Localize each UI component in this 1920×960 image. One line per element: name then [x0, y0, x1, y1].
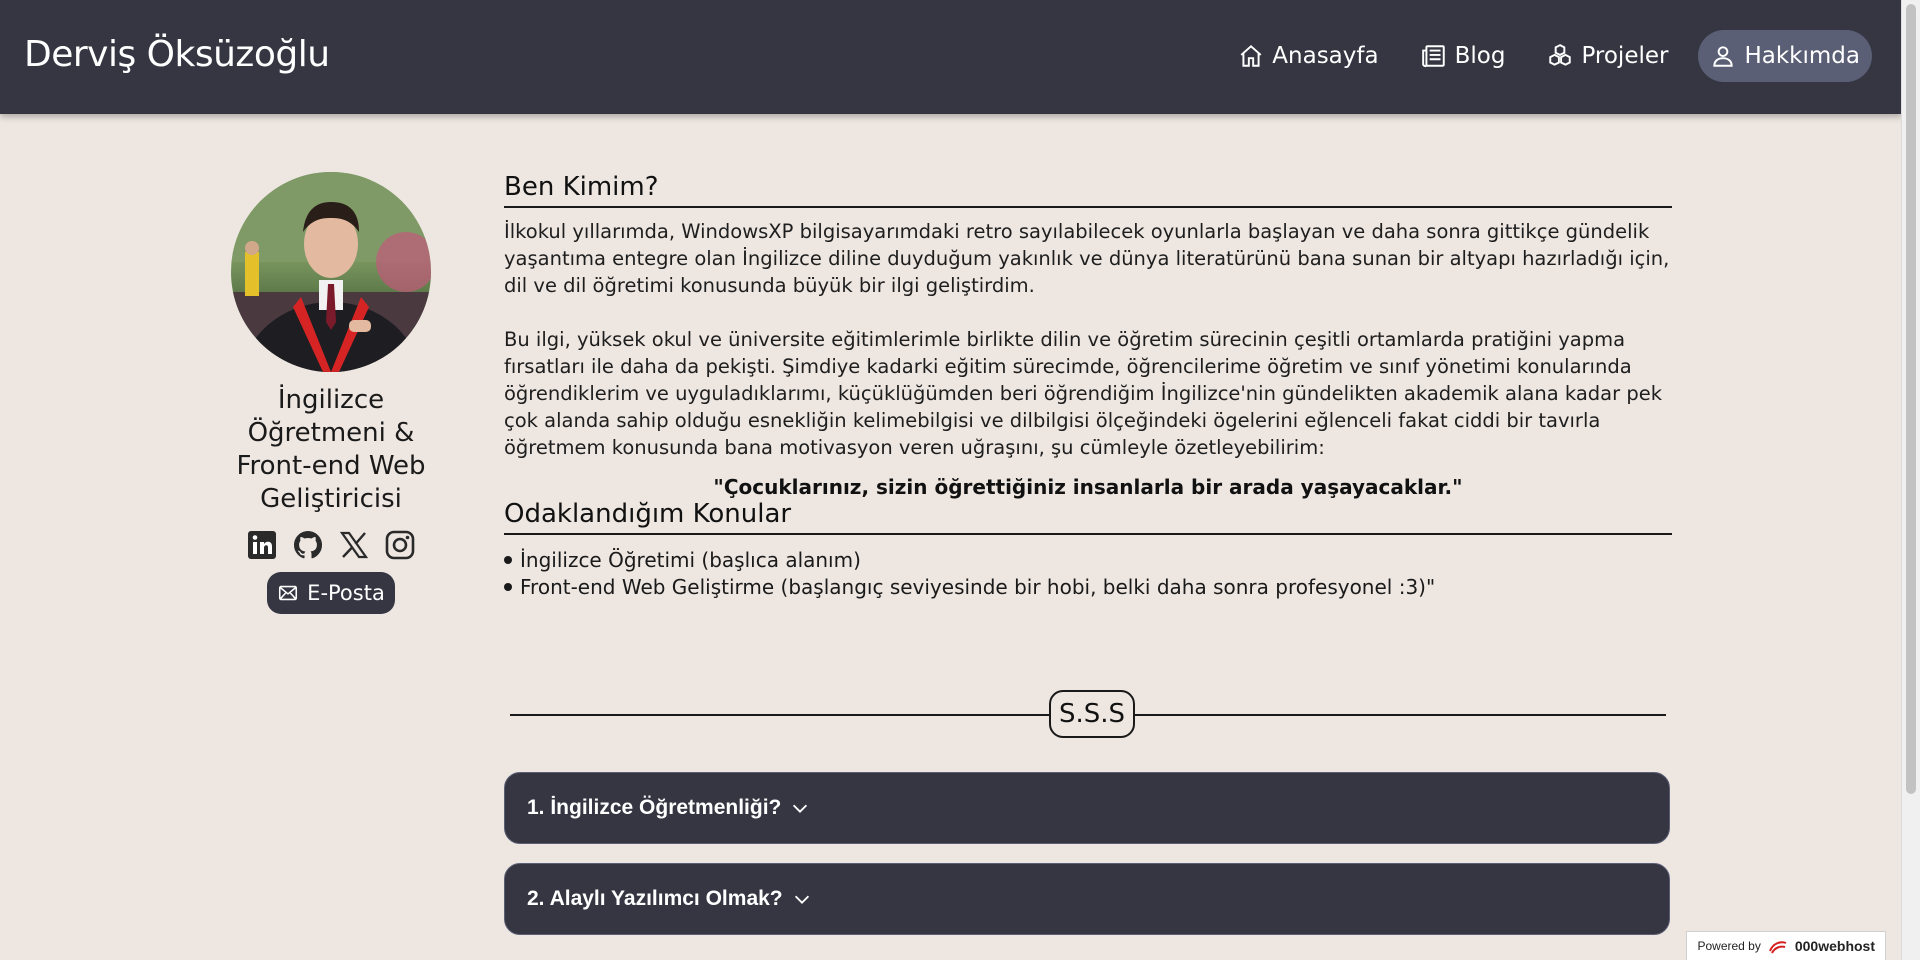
profile-card: İngilizce Öğretmeni & Front-end Web Geli…	[222, 170, 440, 614]
list-item: İngilizce Öğretimi (başlıca alanım)	[504, 547, 1672, 574]
nav-label: Hakkımda	[1744, 43, 1860, 69]
profile-role: İngilizce Öğretmeni & Front-end Web Geli…	[236, 385, 426, 514]
nav-label: Projeler	[1581, 43, 1669, 69]
focus-item-text: İngilizce Öğretimi (başlıca alanım)	[520, 548, 861, 572]
list-item: Front-end Web Geliştirme (başlangıç sevi…	[504, 574, 1672, 601]
faq-question: 2. Alaylı Yazılımcı Olmak?	[527, 887, 783, 910]
boxes-icon	[1549, 44, 1572, 66]
newspaper-icon	[1421, 45, 1445, 67]
home-icon	[1240, 44, 1262, 67]
focus-title: Odaklandığım Konular	[504, 499, 1672, 535]
main-nav: Anasayfa Blog Projeler Hakkımda	[1226, 30, 1872, 82]
faq-badge: S.S.S	[1049, 690, 1136, 738]
mail-icon	[279, 585, 298, 601]
nav-item-blog[interactable]: Blog	[1409, 30, 1518, 82]
about-content: Ben Kimim? İlkokul yıllarımda, WindowsXP…	[504, 172, 1672, 601]
social-links	[222, 528, 440, 562]
email-label: E-Posta	[307, 581, 385, 605]
site-brand[interactable]: Derviş Öksüzoğlu	[24, 34, 330, 75]
faq-question: 1. İngilizce Öğretmenliği?	[527, 796, 782, 819]
powered-by-text: Powered by	[1697, 939, 1761, 953]
email-button[interactable]: E-Posta	[267, 572, 395, 614]
faq-item-1[interactable]: 1. İngilizce Öğretmenliği?	[504, 772, 1670, 844]
nav-item-projeler[interactable]: Projeler	[1535, 30, 1680, 82]
about-paragraph-2: Bu ilgi, yüksek okul ve üniversite eğiti…	[504, 328, 1662, 459]
faq-item-2[interactable]: 2. Alaylı Yazılımcı Olmak?	[504, 863, 1670, 935]
host-name: 000webhost	[1794, 938, 1875, 954]
page-scrollbar[interactable]	[1901, 0, 1920, 960]
about-title: Ben Kimim?	[504, 172, 1672, 208]
user-icon	[1713, 46, 1734, 67]
nav-item-hakkimda[interactable]: Hakkımda	[1698, 30, 1872, 82]
instagram-icon[interactable]	[383, 528, 417, 562]
x-icon[interactable]	[337, 528, 371, 562]
focus-item-text: Front-end Web Geliştirme (başlangıç sevi…	[520, 575, 1436, 599]
nav-label: Blog	[1454, 43, 1506, 69]
divider-line-right	[1124, 714, 1666, 716]
nav-label: Anasayfa	[1272, 43, 1379, 69]
webhost-logo-icon	[1768, 941, 1787, 954]
divider-line-left	[510, 714, 1055, 716]
faq-divider: S.S.S	[504, 690, 1672, 740]
profile-photo	[231, 172, 431, 372]
github-icon[interactable]	[291, 528, 325, 562]
nav-item-anasayfa[interactable]: Anasayfa	[1226, 30, 1390, 82]
focus-list: İngilizce Öğretimi (başlıca alanım) Fron…	[504, 547, 1672, 601]
linkedin-icon[interactable]	[245, 528, 279, 562]
chevron-down-icon	[793, 804, 808, 813]
about-quote: "Çocuklarınız, sizin öğrettiğiniz insanl…	[713, 475, 1463, 499]
hosting-badge[interactable]: Powered by 000webhost	[1686, 931, 1886, 960]
chevron-down-icon	[794, 895, 809, 904]
top-navbar: Derviş Öksüzoğlu Anasayfa Blog Projeler …	[0, 0, 1902, 114]
scrollbar-thumb[interactable]	[1906, 4, 1916, 794]
about-paragraph-1: İlkokul yıllarımda, WindowsXP bilgisayar…	[504, 220, 1670, 297]
